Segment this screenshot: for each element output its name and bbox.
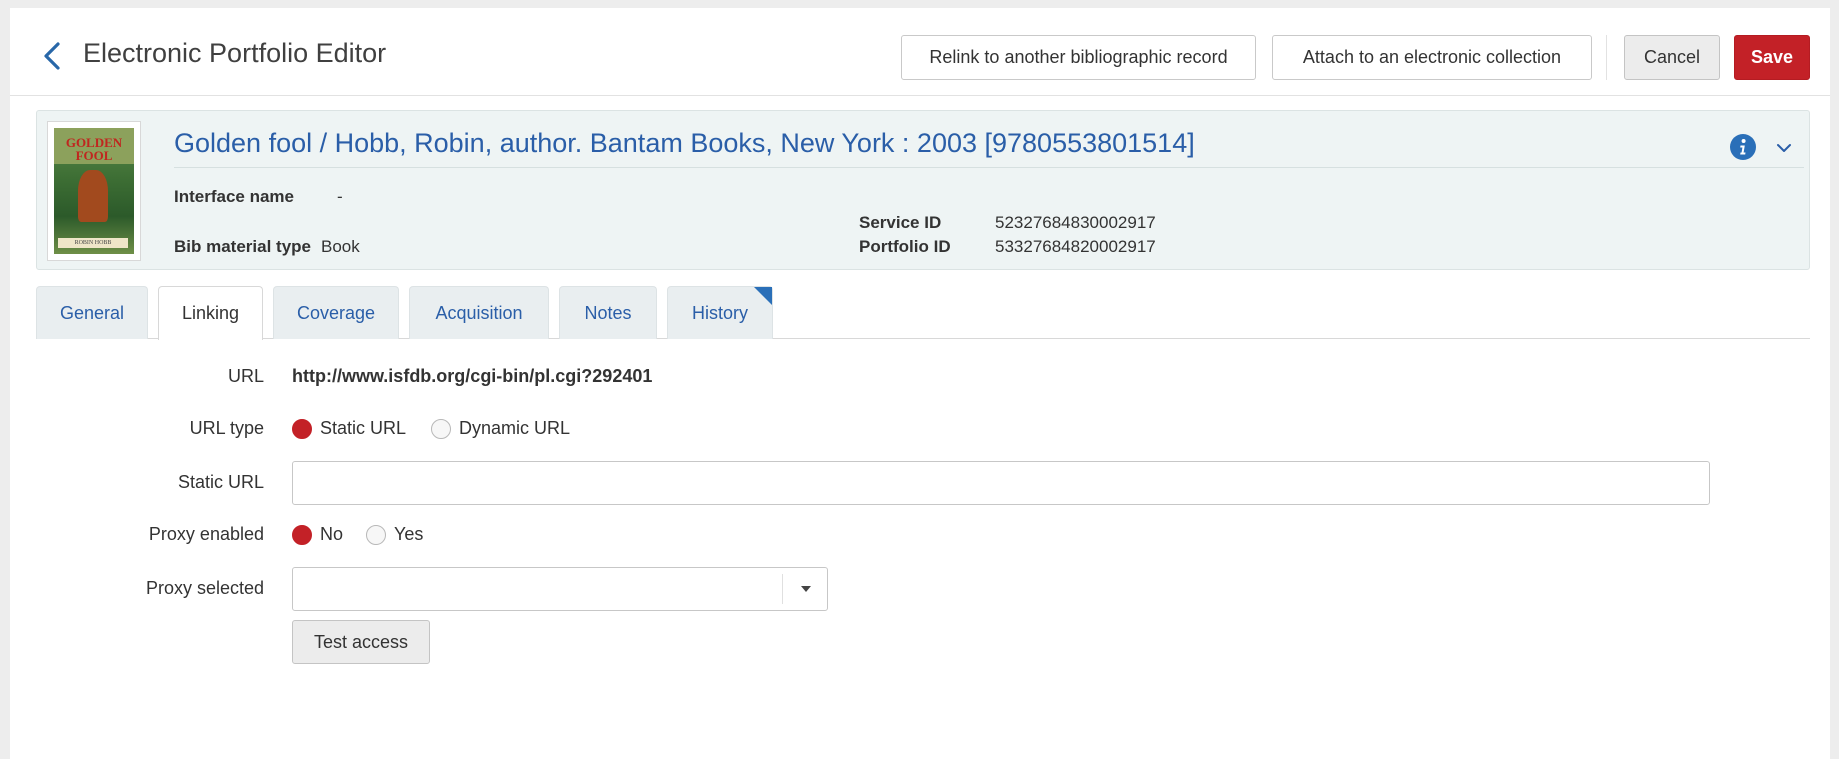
proxy-enabled-label: Proxy enabled bbox=[148, 524, 264, 544]
relink-button[interactable]: Relink to another bibliographic record bbox=[901, 35, 1256, 80]
bib-material-type-value: Book bbox=[321, 237, 360, 256]
proxy-enabled-yes-label[interactable]: Yes bbox=[394, 524, 423, 545]
tab-coverage[interactable]: Coverage bbox=[273, 286, 399, 339]
url-type-dynamic-label[interactable]: Dynamic URL bbox=[459, 418, 570, 439]
page-title: Electronic Portfolio Editor bbox=[83, 38, 387, 68]
page-header: Electronic Portfolio Editor Relink to an… bbox=[10, 8, 1830, 96]
tab-notes[interactable]: Notes bbox=[559, 286, 657, 339]
portfolio-id-label: Portfolio ID bbox=[859, 237, 951, 256]
record-title-link[interactable]: Golden fool / Hobb, Robin, author. Banta… bbox=[174, 128, 1195, 159]
proxy-enabled-no-radio[interactable] bbox=[292, 525, 312, 545]
summary-divider bbox=[174, 167, 1804, 168]
cancel-button[interactable]: Cancel bbox=[1624, 35, 1720, 80]
info-icon[interactable] bbox=[1729, 133, 1757, 161]
interface-name-label: Interface name bbox=[174, 187, 294, 206]
dropdown-arrow-icon[interactable] bbox=[801, 586, 811, 592]
url-value: http://www.isfdb.org/cgi-bin/pl.cgi?2924… bbox=[292, 366, 653, 386]
bib-material-type-label: Bib material type bbox=[174, 237, 311, 256]
proxy-selected-dropdown[interactable] bbox=[292, 567, 828, 611]
url-type-label: URL type bbox=[189, 418, 264, 438]
service-id-label: Service ID bbox=[859, 213, 942, 232]
tab-corner-marker bbox=[754, 287, 772, 305]
proxy-enabled-yes-radio[interactable] bbox=[366, 525, 386, 545]
editor-tabs: General Linking Coverage Acquisition Not… bbox=[36, 286, 1810, 340]
attach-collection-button[interactable]: Attach to an electronic collection bbox=[1272, 35, 1592, 80]
url-type-dynamic-radio[interactable] bbox=[431, 419, 451, 439]
save-button[interactable]: Save bbox=[1734, 35, 1810, 80]
book-cover-thumbnail: GOLDEN FOOL ROBIN HOBB bbox=[47, 121, 141, 261]
cover-author: ROBIN HOBB bbox=[58, 238, 128, 248]
book-cover-image: GOLDEN FOOL ROBIN HOBB bbox=[54, 128, 134, 254]
proxy-enabled-no-label[interactable]: No bbox=[320, 524, 343, 545]
url-type-static-radio[interactable] bbox=[292, 419, 312, 439]
portfolio-editor-page: Electronic Portfolio Editor Relink to an… bbox=[10, 8, 1830, 759]
tab-acquisition[interactable]: Acquisition bbox=[409, 286, 549, 339]
url-label: URL bbox=[227, 366, 264, 386]
url-type-static-label[interactable]: Static URL bbox=[320, 418, 406, 439]
portfolio-id-value: 53327684820002917 bbox=[995, 237, 1156, 256]
chevron-down-icon[interactable] bbox=[1775, 139, 1793, 157]
dropdown-separator bbox=[782, 574, 783, 604]
tab-history-label: History bbox=[691, 302, 748, 323]
test-access-button[interactable]: Test access bbox=[292, 620, 430, 664]
cover-title-line2: FOOL bbox=[75, 148, 113, 163]
interface-name-value: - bbox=[337, 187, 343, 206]
chevron-left-icon[interactable] bbox=[38, 36, 68, 76]
record-summary: GOLDEN FOOL ROBIN HOBB Golden fool / Hob… bbox=[36, 110, 1810, 270]
tab-general[interactable]: General bbox=[36, 286, 148, 339]
header-divider bbox=[1606, 35, 1607, 80]
tab-history[interactable]: History bbox=[667, 286, 773, 339]
static-url-label: Static URL bbox=[177, 472, 264, 492]
service-id-value: 52327684830002917 bbox=[995, 213, 1156, 232]
static-url-input[interactable] bbox=[292, 461, 1710, 505]
tab-linking[interactable]: Linking bbox=[158, 286, 263, 340]
cover-figure bbox=[78, 170, 108, 222]
proxy-selected-label: Proxy selected bbox=[145, 578, 264, 598]
